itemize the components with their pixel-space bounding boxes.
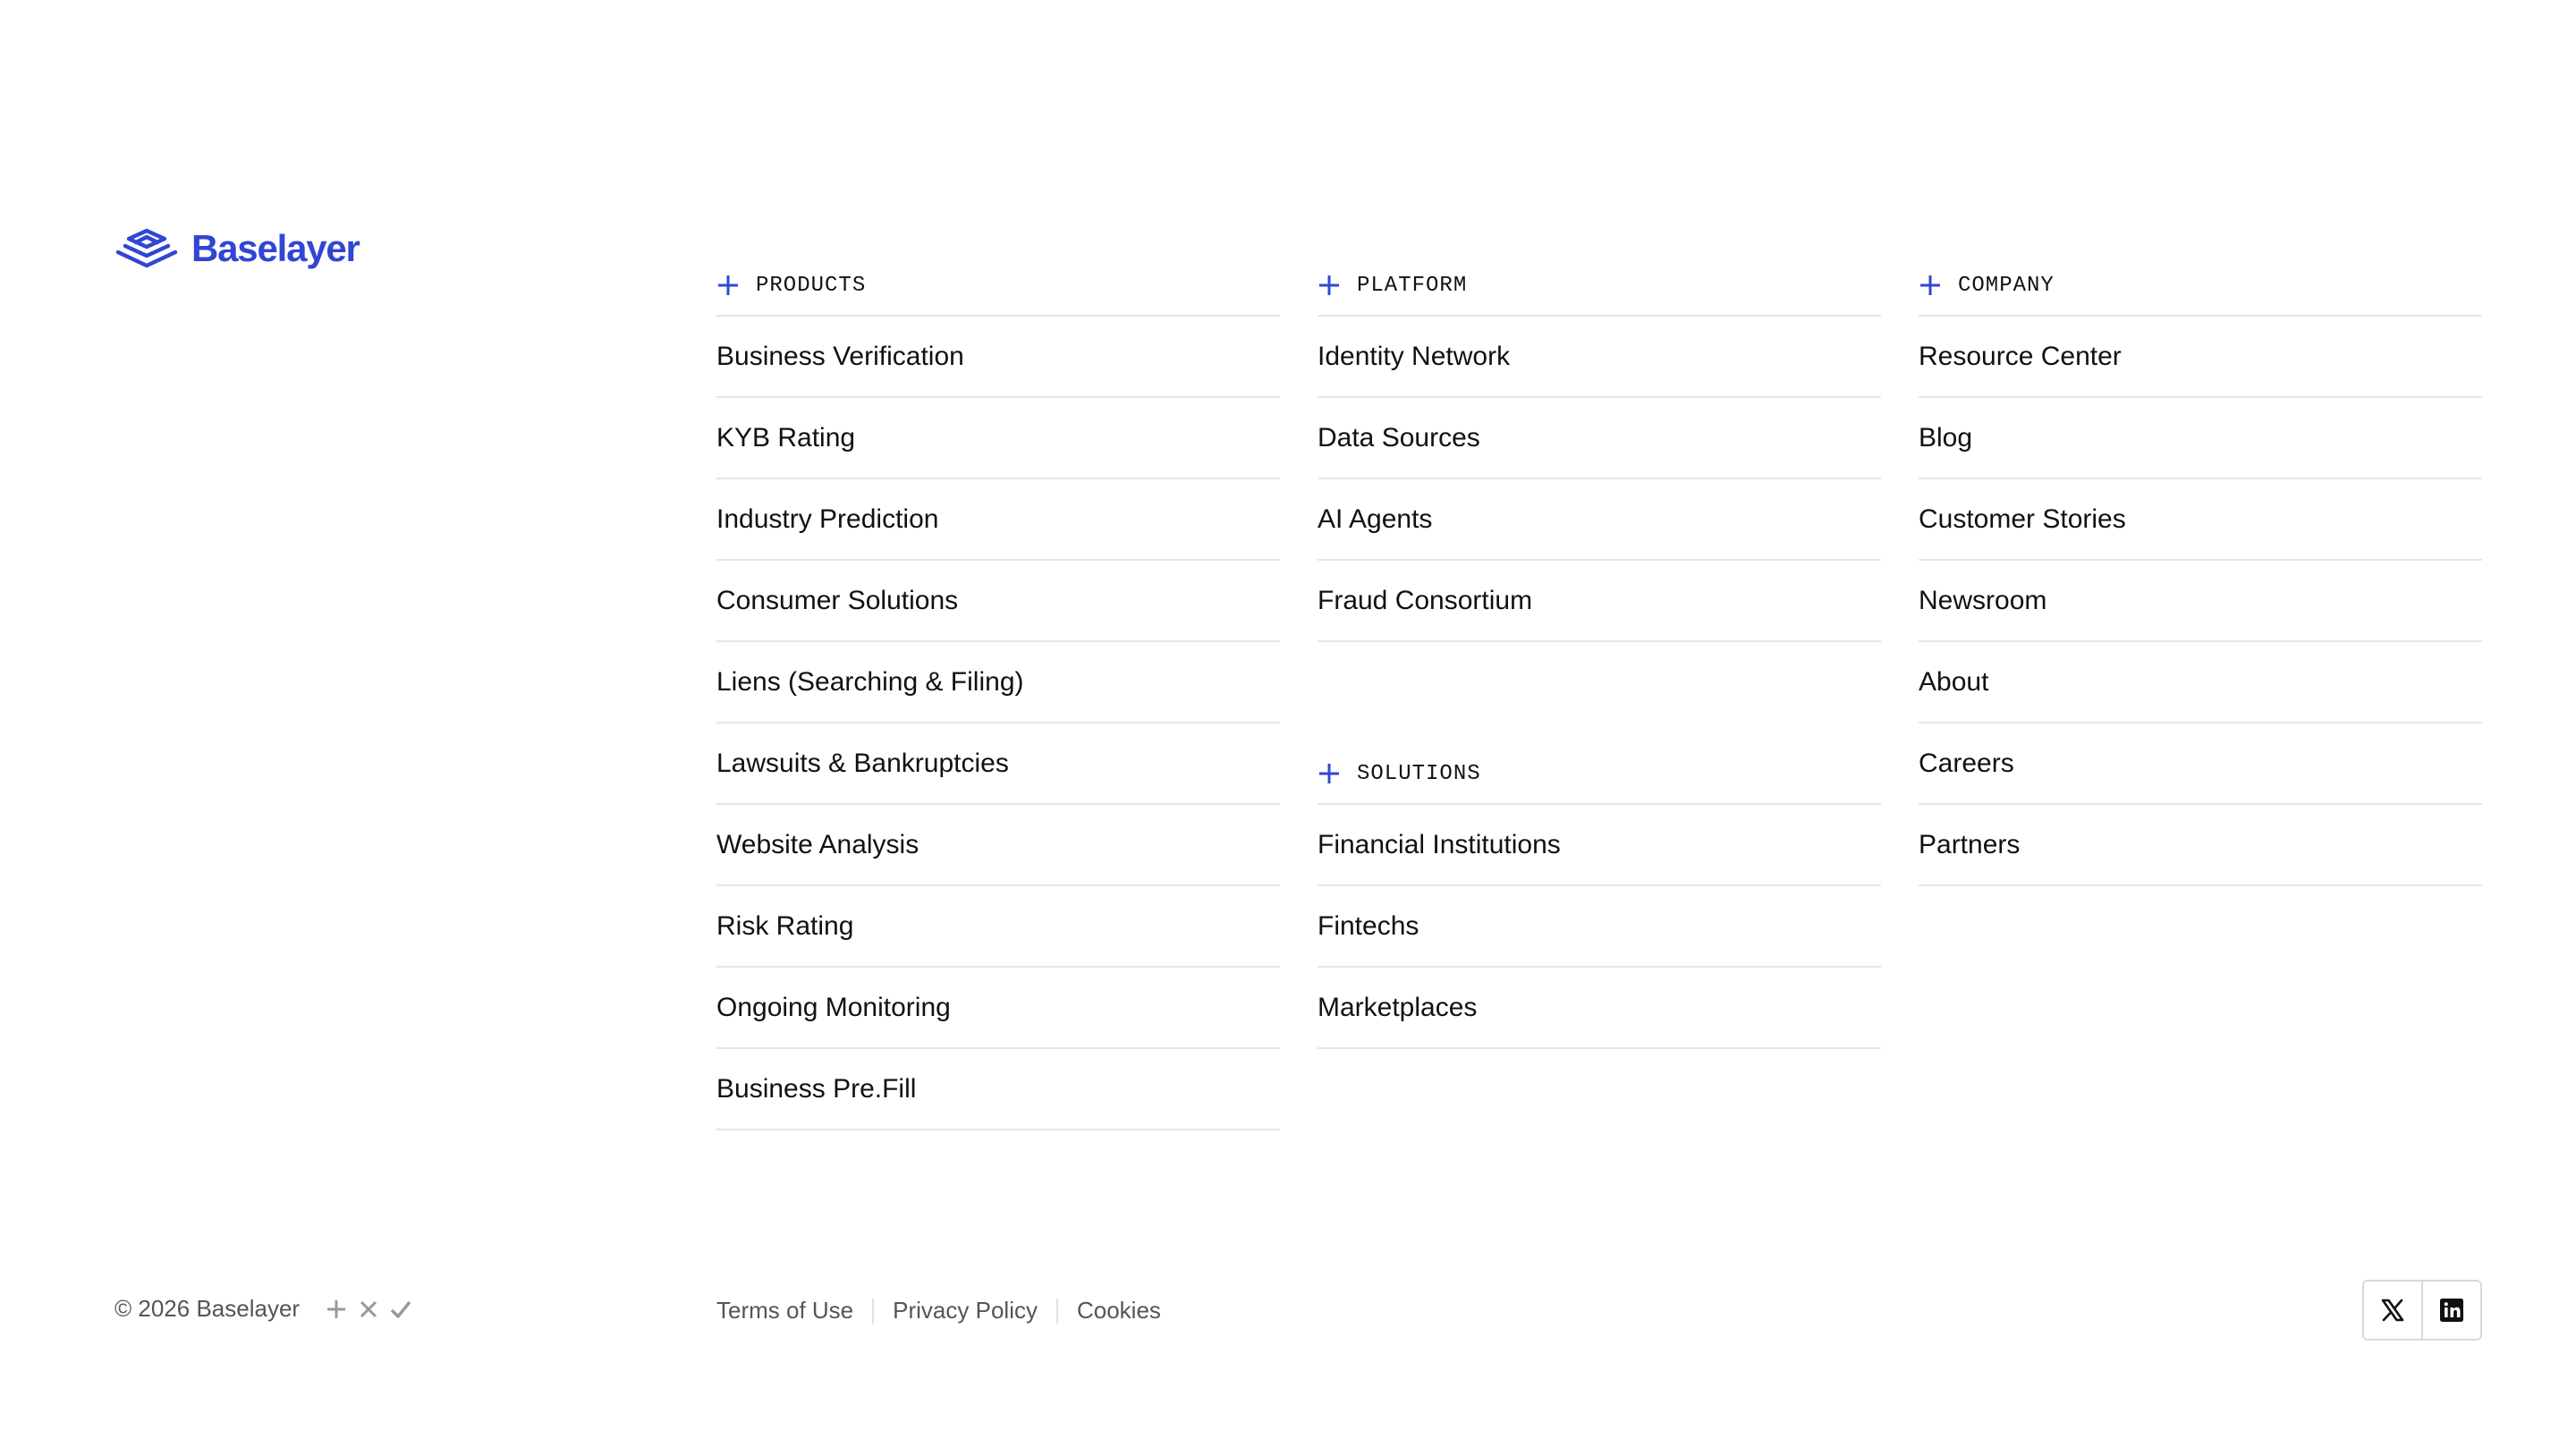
privacy-policy-link[interactable]: Privacy Policy bbox=[893, 1297, 1038, 1324]
cookies-link[interactable]: Cookies bbox=[1077, 1297, 1161, 1324]
brand-logo[interactable]: Baselayer bbox=[114, 227, 360, 270]
footer-link-industry-prediction[interactable]: Industry Prediction bbox=[716, 479, 1280, 561]
products-heading: PRODUCTS bbox=[716, 256, 1280, 317]
footer-link-about[interactable]: About bbox=[1919, 642, 2482, 724]
products-heading-label: PRODUCTS bbox=[756, 273, 867, 298]
brand-marks bbox=[325, 1298, 412, 1321]
platform-column: PLATFORM Identity Network Data Sources A… bbox=[1318, 256, 1881, 642]
footer-link-consumer-solutions[interactable]: Consumer Solutions bbox=[716, 561, 1280, 642]
footer-link-risk-rating[interactable]: Risk Rating bbox=[716, 886, 1280, 968]
footer-link-liens[interactable]: Liens (Searching & Filing) bbox=[716, 642, 1280, 724]
company-column: COMPANY Resource Center Blog Customer St… bbox=[1919, 256, 2482, 886]
footer-link-fraud-consortium[interactable]: Fraud Consortium bbox=[1318, 561, 1881, 642]
company-heading-label: COMPANY bbox=[1958, 273, 2055, 298]
plus-icon bbox=[1319, 275, 1339, 295]
plus-icon bbox=[327, 1299, 346, 1318]
footer-link-business-verification[interactable]: Business Verification bbox=[716, 317, 1280, 398]
plus-icon bbox=[1319, 764, 1339, 783]
footer-link-data-sources[interactable]: Data Sources bbox=[1318, 398, 1881, 479]
legal-links: Terms of Use Privacy Policy Cookies bbox=[716, 1297, 1161, 1324]
brand-name: Baselayer bbox=[191, 227, 360, 269]
x-icon bbox=[360, 1300, 377, 1317]
footer-link-blog[interactable]: Blog bbox=[1919, 398, 2482, 479]
footer-link-careers[interactable]: Careers bbox=[1919, 724, 2482, 805]
footer-link-marketplaces[interactable]: Marketplaces bbox=[1318, 968, 1881, 1049]
copyright-block: © 2026 Baselayer bbox=[114, 1295, 412, 1323]
footer-link-kyb-rating[interactable]: KYB Rating bbox=[716, 398, 1280, 479]
platform-heading-label: PLATFORM bbox=[1357, 273, 1468, 298]
copyright-text: © 2026 Baselayer bbox=[114, 1295, 301, 1322]
x-twitter-link[interactable] bbox=[2364, 1282, 2421, 1339]
social-links bbox=[2362, 1280, 2482, 1341]
footer-link-partners[interactable]: Partners bbox=[1919, 805, 2482, 886]
stacked-layers-icon bbox=[115, 228, 178, 268]
solutions-column: SOLUTIONS Financial Institutions Fintech… bbox=[1318, 744, 1881, 1049]
footer-link-business-prefill[interactable]: Business Pre.Fill bbox=[716, 1049, 1280, 1130]
solutions-heading: SOLUTIONS bbox=[1318, 744, 1881, 805]
footer-link-identity-network[interactable]: Identity Network bbox=[1318, 317, 1881, 398]
footer-link-customer-stories[interactable]: Customer Stories bbox=[1919, 479, 2482, 561]
platform-heading: PLATFORM bbox=[1318, 256, 1881, 317]
x-twitter-icon bbox=[2381, 1299, 2404, 1322]
plus-icon bbox=[1920, 275, 1940, 295]
footer-link-lawsuits-bankruptcies[interactable]: Lawsuits & Bankruptcies bbox=[716, 724, 1280, 805]
footer-link-website-analysis[interactable]: Website Analysis bbox=[716, 805, 1280, 886]
footer-link-resource-center[interactable]: Resource Center bbox=[1919, 317, 2482, 398]
footer-link-newsroom[interactable]: Newsroom bbox=[1919, 561, 2482, 642]
linkedin-link[interactable] bbox=[2421, 1282, 2480, 1339]
linkedin-icon bbox=[2440, 1299, 2463, 1322]
products-column: PRODUCTS Business Verification KYB Ratin… bbox=[716, 256, 1280, 1130]
plus-icon bbox=[718, 275, 738, 295]
footer-link-ongoing-monitoring[interactable]: Ongoing Monitoring bbox=[716, 968, 1280, 1049]
company-heading: COMPANY bbox=[1919, 256, 2482, 317]
footer-link-ai-agents[interactable]: AI Agents bbox=[1318, 479, 1881, 561]
solutions-heading-label: SOLUTIONS bbox=[1357, 761, 1481, 786]
terms-of-use-link[interactable]: Terms of Use bbox=[716, 1297, 853, 1324]
divider bbox=[872, 1298, 875, 1324]
check-icon bbox=[390, 1300, 411, 1318]
divider bbox=[1055, 1298, 1058, 1324]
footer-link-fintechs[interactable]: Fintechs bbox=[1318, 886, 1881, 968]
footer-link-financial-institutions[interactable]: Financial Institutions bbox=[1318, 805, 1881, 886]
